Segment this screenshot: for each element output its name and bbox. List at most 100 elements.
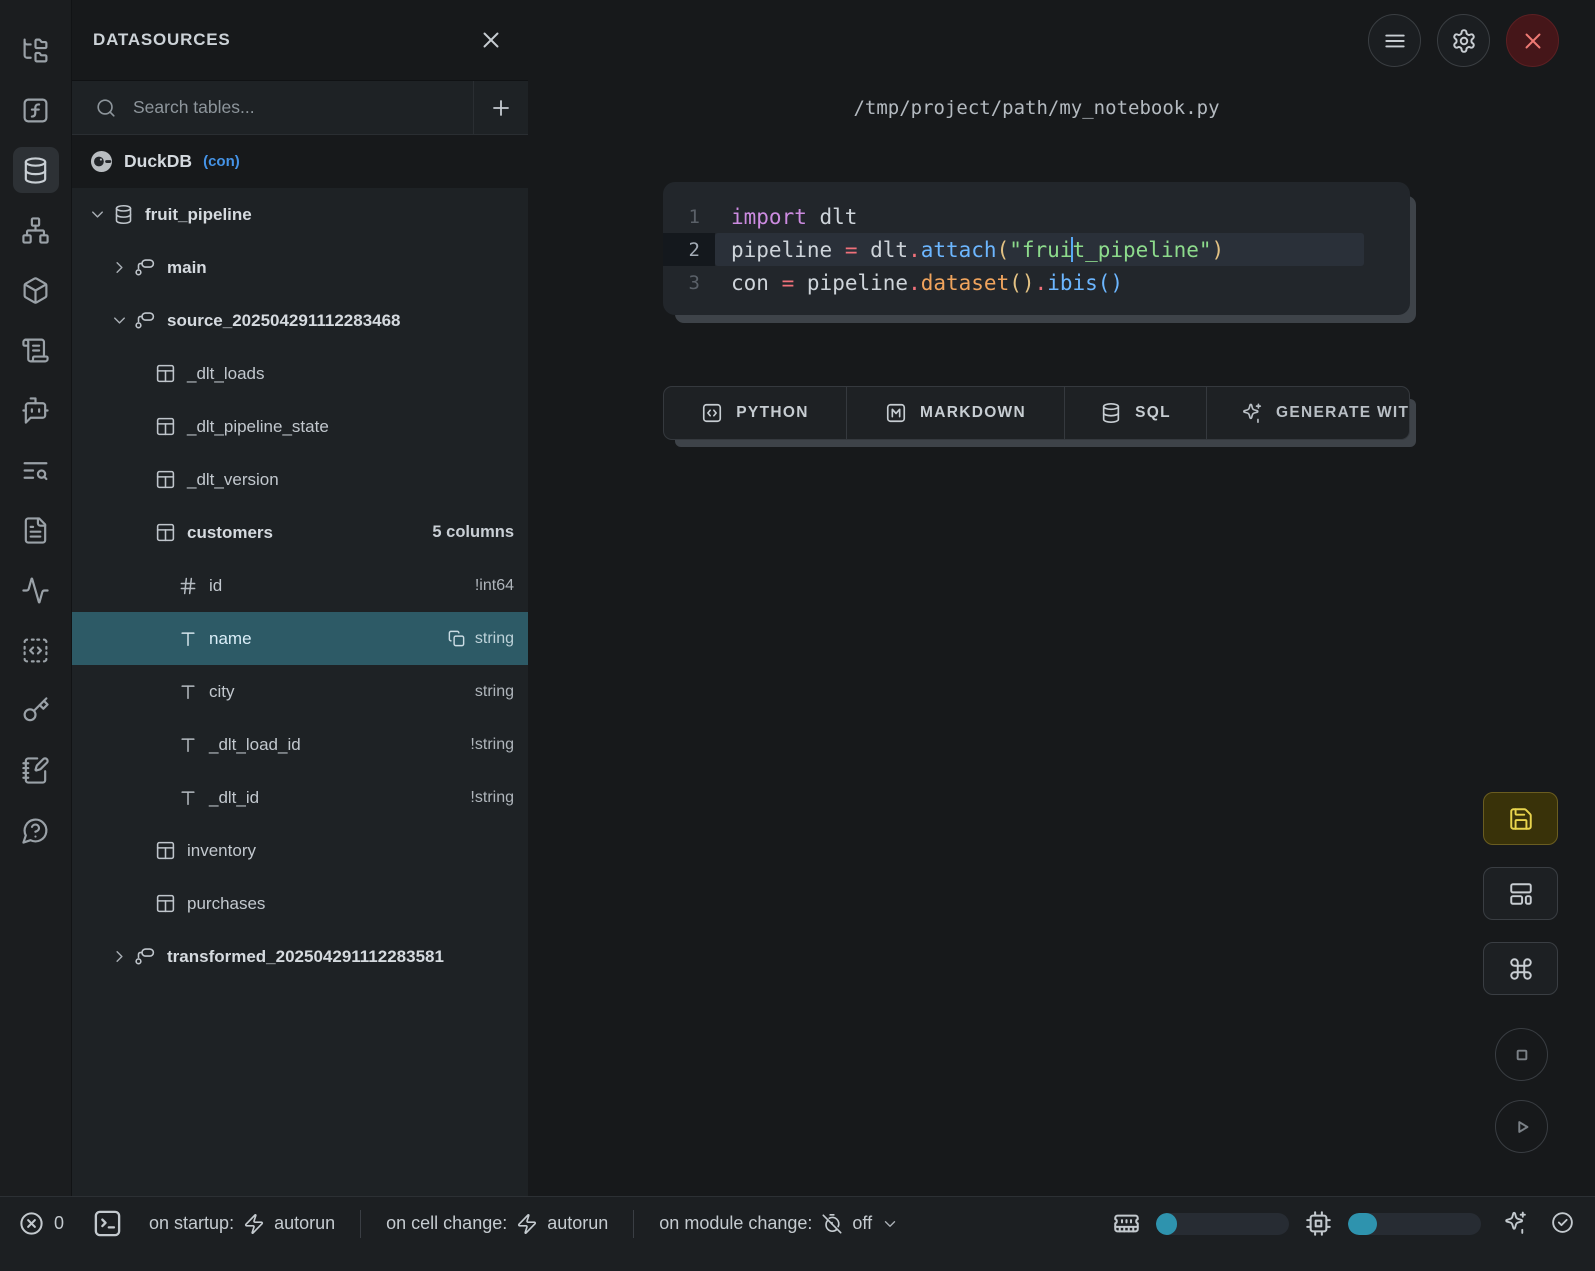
tree-item-main[interactable]: main (72, 241, 528, 294)
memory-icon (1113, 1210, 1140, 1237)
panels-icon (1508, 881, 1534, 907)
key-icon (21, 696, 50, 725)
notebook-pen-icon (21, 756, 50, 785)
add-sql-cell-button[interactable]: SQL (1064, 387, 1206, 439)
square-icon (1509, 1042, 1535, 1068)
setting-on-cell-change[interactable]: on cell change:autorun (361, 1213, 633, 1235)
activity-item-datasources[interactable] (13, 147, 59, 193)
copy-icon[interactable] (447, 629, 466, 648)
tree-item-label: _dlt_id (209, 788, 259, 808)
chevron-down-icon[interactable] (110, 311, 129, 330)
tree-item-fruit_pipeline[interactable]: fruit_pipeline (72, 188, 528, 241)
tree-item-_dlt_pipeline_state[interactable]: _dlt_pipeline_state (72, 400, 528, 453)
tree-item-purchases[interactable]: purchases (72, 877, 528, 930)
tree-item-id[interactable]: id!int64 (72, 559, 528, 612)
tree-item-label: city (209, 682, 235, 702)
circle-x-icon (18, 1210, 45, 1237)
menu-button[interactable] (1368, 14, 1421, 67)
chevron-right-icon[interactable] (110, 947, 129, 966)
tree-item-label: _dlt_pipeline_state (187, 417, 329, 437)
code-line-1[interactable]: 1import dlt (663, 200, 1410, 233)
activity-item-logs[interactable] (13, 327, 59, 373)
add-python-cell-button[interactable]: PYTHON (664, 387, 846, 439)
layout-toggle-button[interactable] (1483, 867, 1558, 920)
add-cell-label: MARKDOWN (920, 404, 1026, 422)
text-search-icon (21, 456, 50, 485)
activity-item-chat[interactable] (13, 387, 59, 433)
ai-assistant-button[interactable] (1497, 1210, 1528, 1238)
tree-item-_dlt_version[interactable]: _dlt_version (72, 453, 528, 506)
tree-item-inventory[interactable]: inventory (72, 824, 528, 877)
tree-item-_dlt_load_id[interactable]: _dlt_load_id!string (72, 718, 528, 771)
activity-item-help[interactable] (13, 807, 59, 853)
activity-item-snippets[interactable] (13, 627, 59, 673)
tree-item-city[interactable]: city string (72, 665, 528, 718)
type-icon (178, 788, 198, 808)
setting-value: off (852, 1213, 872, 1234)
terminal-button[interactable] (92, 1208, 123, 1239)
chevron-right-icon[interactable] (110, 258, 129, 277)
zap-icon (516, 1213, 538, 1235)
activity-icon (21, 576, 50, 605)
code-line-2[interactable]: 2pipeline = dlt.attach("fruit_pipeline") (663, 233, 1410, 266)
datasources-panel: DATASOURCES DuckDB (con) fruit_pipelinem… (72, 0, 528, 1196)
command-palette-button[interactable] (1483, 942, 1558, 995)
chevron-down-icon[interactable] (88, 205, 107, 224)
code-cell[interactable]: 1import dlt2pipeline = dlt.attach("fruit… (663, 182, 1410, 315)
code-line-3[interactable]: 3con = pipeline.dataset().ibis() (663, 266, 1410, 299)
generate-with-ai-button[interactable]: GENERATE WITH AI (1206, 387, 1409, 439)
tree-item-type: 5 columns (432, 523, 514, 542)
tree-item-label: purchases (187, 894, 265, 914)
setting-on-module-change[interactable]: on module change:off (634, 1213, 924, 1235)
code-text: pipeline = dlt.attach("fruit_pipeline") (715, 233, 1364, 266)
setting-on-startup[interactable]: on startup:autorun (123, 1213, 360, 1235)
stop-kernel-button[interactable] (1495, 1028, 1548, 1081)
schema-icon (135, 946, 156, 967)
activity-item-dependencies[interactable] (13, 207, 59, 253)
connection-status-button[interactable] (1544, 1210, 1575, 1238)
add-cell-label: PYTHON (736, 404, 808, 422)
error-indicator[interactable]: 0 (18, 1210, 64, 1237)
cpu-usage-meter (1348, 1213, 1481, 1235)
add-markdown-cell-button[interactable]: MARKDOWN (846, 387, 1064, 439)
tree-item-type: string (475, 683, 514, 701)
activity-item-secrets[interactable] (13, 687, 59, 733)
tree-item-_dlt_loads[interactable]: _dlt_loads (72, 347, 528, 400)
tree-item-source_202504291112283468[interactable]: source_202504291112283468 (72, 294, 528, 347)
error-count: 0 (54, 1213, 64, 1234)
panel-close-button[interactable] (478, 27, 504, 53)
run-all-button[interactable] (1495, 1100, 1548, 1153)
cpu-icon (1305, 1210, 1332, 1237)
tree-item-label: _dlt_load_id (209, 735, 301, 755)
tree-item-name[interactable]: namestring (72, 612, 528, 665)
scroll-text-icon (21, 336, 50, 365)
activity-item-tracebacks[interactable] (13, 447, 59, 493)
connection-row[interactable]: DuckDB (con) (72, 135, 528, 188)
search-icon (95, 97, 117, 119)
line-number: 2 (663, 233, 715, 266)
activity-item-outline[interactable] (13, 567, 59, 613)
activity-item-scratchpad[interactable] (13, 747, 59, 793)
tree-item-customers[interactable]: customers5 columns (72, 506, 528, 559)
tree-item-type: !string (470, 789, 514, 807)
menu-icon (1382, 28, 1408, 54)
table-icon (155, 469, 176, 490)
activity-item-packages[interactable] (13, 267, 59, 313)
activity-item-documentation[interactable] (13, 507, 59, 553)
search-box (72, 81, 473, 134)
save-button[interactable] (1483, 792, 1558, 845)
add-cell-label: SQL (1135, 404, 1171, 422)
settings-button[interactable] (1437, 14, 1490, 67)
bot-message-icon (21, 396, 50, 425)
tree-item-transformed_202504291112283581[interactable]: transformed_202504291112283581 (72, 930, 528, 983)
function-square-icon (21, 96, 50, 125)
close-button[interactable] (1506, 14, 1559, 67)
add-datasource-button[interactable] (473, 81, 528, 134)
setting-value: autorun (274, 1213, 335, 1234)
activity-item-variables[interactable] (13, 87, 59, 133)
circle-check-icon (1550, 1210, 1575, 1235)
tree-item-_dlt_id[interactable]: _dlt_id !string (72, 771, 528, 824)
database-icon (1100, 402, 1122, 424)
activity-item-file-explorer[interactable] (13, 27, 59, 73)
search-input[interactable] (133, 97, 473, 118)
